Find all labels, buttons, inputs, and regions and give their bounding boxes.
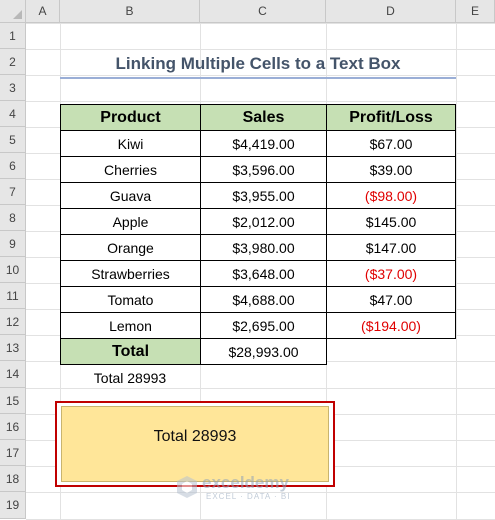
column-header-b[interactable]: B [60,0,200,23]
row-header[interactable]: 1 [0,23,26,49]
row-header[interactable]: 15 [0,388,26,414]
profit-loss-cell[interactable]: $147.00 [326,234,456,261]
profit-loss-cell[interactable]: $39.00 [326,156,456,183]
sales-cell[interactable]: $4,688.00 [200,286,327,313]
watermark-tagline: EXCEL · DATA · BI [206,492,291,501]
product-cell[interactable]: Cherries [60,156,201,183]
row-header[interactable]: 4 [0,101,26,127]
sales-cell[interactable]: $2,695.00 [200,312,327,339]
product-cell[interactable]: Kiwi [60,130,201,157]
row-header[interactable]: 17 [0,440,26,466]
sales-cell[interactable]: $3,596.00 [200,156,327,183]
row-header[interactable]: 3 [0,75,26,101]
row-header[interactable]: 10 [0,257,26,283]
profit-loss-cell[interactable]: $67.00 [326,130,456,157]
row-header[interactable]: 6 [0,153,26,179]
row-header[interactable]: 7 [0,179,26,205]
row-header[interactable]: 8 [0,205,26,231]
header-product[interactable]: Product [60,104,201,131]
watermark-name: exceldemy [202,473,289,492]
row-header[interactable]: 13 [0,335,26,361]
row-header[interactable]: 19 [0,492,26,519]
profit-loss-cell[interactable]: $47.00 [326,286,456,313]
grid-line [26,49,495,50]
product-cell[interactable]: Tomato [60,286,201,313]
row-header[interactable]: 11 [0,283,26,309]
row-header[interactable]: 2 [0,49,26,75]
column-header-e[interactable]: E [456,0,495,23]
select-all-corner[interactable] [0,0,26,23]
sales-cell[interactable]: $3,980.00 [200,234,327,261]
sales-cell[interactable]: $3,955.00 [200,182,327,209]
exceldemy-watermark: exceldemy EXCEL · DATA · BI [176,471,326,505]
product-cell[interactable]: Strawberries [60,260,201,287]
grid-line [26,101,495,102]
sheet-title: Linking Multiple Cells to a Text Box [115,54,401,73]
row-header[interactable]: 5 [0,127,26,153]
grid-line [26,23,495,24]
profit-loss-cell[interactable]: $145.00 [326,208,456,235]
row-header[interactable]: 16 [0,414,26,440]
exceldemy-logo-icon [177,476,197,498]
row-header[interactable]: 14 [0,361,26,388]
total-text-cell[interactable]: Total 28993 [60,366,200,390]
sales-cell[interactable]: $2,012.00 [200,208,327,235]
grid-line [456,23,457,519]
total-value-cell[interactable]: $28,993.00 [200,338,327,365]
header-profit-loss[interactable]: Profit/Loss [326,104,456,131]
total-label-cell[interactable]: Total [60,338,201,365]
product-cell[interactable]: Orange [60,234,201,261]
title-underline [60,77,456,79]
column-header-a[interactable]: A [26,0,60,23]
header-sales[interactable]: Sales [200,104,327,131]
column-header-c[interactable]: C [200,0,326,23]
profit-loss-cell[interactable]: ($98.00) [326,182,456,209]
profit-loss-cell[interactable]: ($194.00) [326,312,456,339]
sales-cell[interactable]: $3,648.00 [200,260,327,287]
row-header[interactable]: 12 [0,309,26,335]
product-cell[interactable]: Lemon [60,312,201,339]
row-header[interactable]: 9 [0,231,26,257]
product-cell[interactable]: Apple [60,208,201,235]
profit-loss-cell[interactable]: ($37.00) [326,260,456,287]
product-cell[interactable]: Guava [60,182,201,209]
sales-cell[interactable]: $4,419.00 [200,130,327,157]
column-header-d[interactable]: D [326,0,456,23]
row-header[interactable]: 18 [0,466,26,492]
